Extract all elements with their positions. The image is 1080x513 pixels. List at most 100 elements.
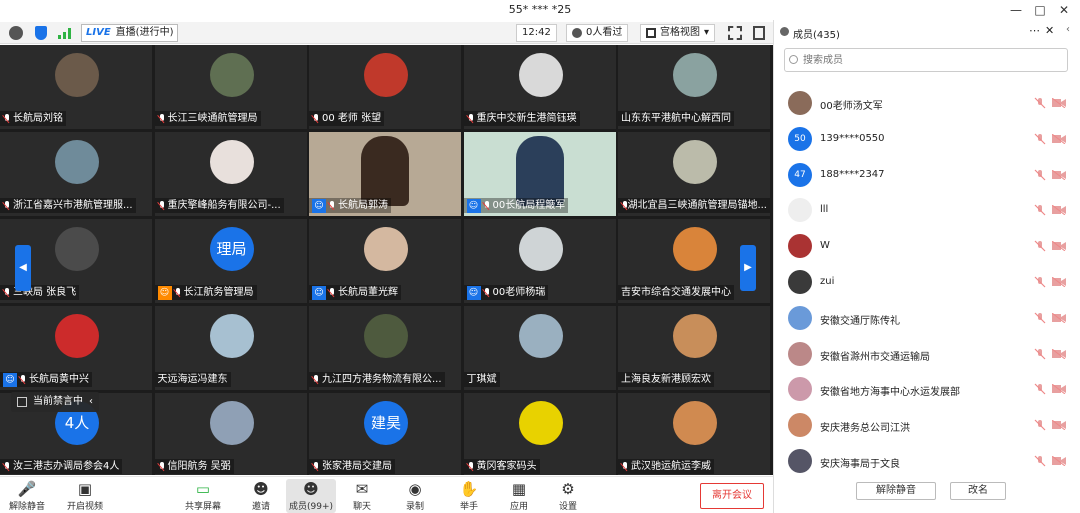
shield-icon[interactable] <box>35 26 47 40</box>
unmute-button[interactable]: 🎤 解除静音 <box>2 479 52 513</box>
camera-off-icon[interactable] <box>1051 348 1066 359</box>
member-row[interactable]: 00老师汤文军 <box>786 88 1071 118</box>
camera-off-icon[interactable] <box>1051 240 1066 252</box>
previous-page-arrow[interactable]: ◀ <box>15 245 31 291</box>
share-screen-button[interactable]: ▭ 共享屏幕 <box>178 479 228 513</box>
video-tile[interactable]: 武汉驰运航运李威 <box>618 393 770 475</box>
muted-mic-icon[interactable] <box>1034 240 1046 252</box>
video-tile[interactable]: 湖北宜昌三峡通航管理局锚地... <box>618 132 770 216</box>
viewers-button[interactable]: 0人看过 <box>566 24 629 42</box>
video-tile[interactable]: 九江四方港务物流有限公... <box>309 306 461 390</box>
view-mode-dropdown[interactable]: 宫格视图 ▾ <box>640 24 716 42</box>
participant-name: 00长航局程簸军 <box>492 200 566 211</box>
muted-mic-icon[interactable] <box>1034 169 1046 181</box>
muted-mic-icon[interactable] <box>1034 204 1046 216</box>
member-row[interactable]: 50 139****0550 <box>786 124 1071 154</box>
video-tile[interactable]: 00 老师 张望 <box>309 45 461 129</box>
participant-name-bar: 黄冈客家码头 <box>463 459 540 474</box>
video-tile[interactable]: 长江三峡通航管理局 <box>154 45 307 129</box>
live-status[interactable]: LIVE 直播(进行中) <box>81 24 179 42</box>
camera-off-icon[interactable] <box>1051 97 1066 109</box>
muted-mic-icon[interactable] <box>1034 348 1046 360</box>
members-button[interactable]: ☻ 成员(99+) <box>286 479 336 513</box>
member-row[interactable]: lll <box>786 195 1071 225</box>
member-name: lll <box>820 204 829 216</box>
muted-mic-icon[interactable] <box>1034 383 1046 395</box>
camera-off-icon[interactable] <box>1051 204 1066 216</box>
video-tile[interactable]: 山东东平港航中心解西同 <box>618 45 770 129</box>
minimize-icon[interactable]: — <box>1004 1 1028 19</box>
video-tile[interactable]: ☺ 00老师杨瑞 <box>463 219 616 303</box>
member-row[interactable]: W <box>786 231 1071 261</box>
maximize-icon[interactable]: □ <box>1028 1 1052 19</box>
participant-name-bar: 汝三港志办调局参会4人 <box>0 459 123 474</box>
participant-name: 武汉驰运航运李威 <box>631 461 711 472</box>
video-tile[interactable]: 天远海运冯建东 <box>154 306 307 390</box>
video-tile[interactable]: 黄冈客家码头 <box>463 393 616 475</box>
live-label: LIVE <box>86 27 111 38</box>
panel-close-icon[interactable]: ✕ <box>1045 24 1054 37</box>
sidebar-toggle-icon[interactable] <box>753 26 765 40</box>
chat-button[interactable]: ✉ 聊天 <box>337 479 387 513</box>
invite-button[interactable]: ☻ 邀请 <box>236 479 286 513</box>
fullscreen-icon[interactable] <box>728 26 742 40</box>
apps-button[interactable]: ▦ 应用 <box>494 479 544 513</box>
video-tile[interactable]: ☺ 长航局黄中兴 <box>0 306 152 390</box>
leave-meeting-button[interactable]: 离开会议 <box>700 483 764 509</box>
more-icon[interactable]: ⋯ <box>1029 24 1040 37</box>
muted-status-tag[interactable]: 当前禁言中 ‹ <box>11 392 99 412</box>
search-input[interactable] <box>803 52 1058 68</box>
rename-button[interactable]: 改名 <box>950 482 1006 500</box>
video-tile[interactable]: 重庆中交新生港简钰瑛 <box>463 45 616 129</box>
member-search[interactable] <box>784 48 1068 72</box>
member-row[interactable]: 安徽省地方海事中心水运发展部 <box>786 374 1071 404</box>
muted-mic-icon[interactable] <box>1034 97 1046 109</box>
muted-mic-icon[interactable] <box>1034 455 1046 467</box>
muted-mic-icon[interactable] <box>1034 276 1046 288</box>
muted-mic-icon[interactable] <box>1034 419 1046 431</box>
collapse-tag-icon[interactable]: ‹ <box>89 392 93 412</box>
muted-mic-icon[interactable] <box>1034 312 1046 324</box>
video-tile[interactable]: 浙江省嘉兴市港航管理服... <box>0 132 152 216</box>
next-page-arrow[interactable]: ▶ <box>740 245 756 291</box>
member-row[interactable]: 安庆港务总公司江洪 <box>786 410 1071 440</box>
member-row[interactable]: 47 188****2347 <box>786 160 1071 190</box>
unmute-all-button[interactable]: 解除静音 <box>856 482 936 500</box>
video-tile[interactable]: 丁琪斌 <box>463 306 616 390</box>
video-tile[interactable]: ☺ 长航局董光辉 <box>309 219 461 303</box>
camera-off-icon[interactable] <box>1051 312 1066 324</box>
participant-avatar <box>518 401 563 445</box>
member-name: 00老师汤文军 <box>820 101 883 112</box>
video-tile[interactable]: 信阳航务 吴弼 <box>154 393 307 475</box>
video-tile[interactable]: 建昊 张家港局交建局 <box>309 393 461 475</box>
start-video-button[interactable]: ▣ 开启视频 <box>60 479 110 513</box>
participant-avatar <box>673 401 717 445</box>
muted-mic-icon <box>467 461 475 472</box>
camera-off-icon[interactable] <box>1051 383 1066 395</box>
camera-off-icon[interactable] <box>1051 169 1066 180</box>
camera-off-icon[interactable] <box>1051 276 1066 288</box>
muted-mic-icon[interactable] <box>1034 133 1046 145</box>
participant-avatar <box>55 227 99 271</box>
close-icon[interactable]: ✕ <box>1052 1 1076 19</box>
camera-off-icon[interactable] <box>1051 133 1066 145</box>
collapse-icon[interactable]: ‹ <box>1066 24 1070 35</box>
video-tile[interactable]: 理局 ☺ 长江航务管理局 <box>154 219 307 303</box>
member-row[interactable]: 安庆海事局于文良 <box>786 446 1071 476</box>
camera-off-icon[interactable] <box>1051 419 1066 431</box>
camera-off-icon[interactable] <box>1051 455 1066 467</box>
info-icon[interactable] <box>9 26 23 40</box>
video-tile[interactable]: ☺ 00长航局程簸军 <box>463 132 616 216</box>
raise-hand-button[interactable]: ✋ 举手 <box>444 479 494 513</box>
member-row[interactable]: zui <box>786 267 1071 297</box>
video-tile[interactable]: 长航局刘铭 <box>0 45 152 129</box>
member-row[interactable]: 安徽交通厅陈传礼 <box>786 303 1071 333</box>
video-tile[interactable]: ☺ 长航局郭涛 <box>309 132 461 216</box>
members-icon: ☻ <box>303 480 319 498</box>
member-row[interactable]: 安徽省滁州市交通运输局 <box>786 339 1071 369</box>
members-panel: 成员(435) ⋯ ✕ ‹ 00老师汤文军 50 139****0550 47 188*… <box>773 20 1080 513</box>
settings-button[interactable]: ⚙ 设置 <box>543 479 593 513</box>
video-tile[interactable]: 重庆擎峰船务有限公司-... <box>154 132 307 216</box>
video-tile[interactable]: 上海良友新港顾宏欢 <box>618 306 770 390</box>
record-button[interactable]: ◉ 录制 <box>390 479 440 513</box>
